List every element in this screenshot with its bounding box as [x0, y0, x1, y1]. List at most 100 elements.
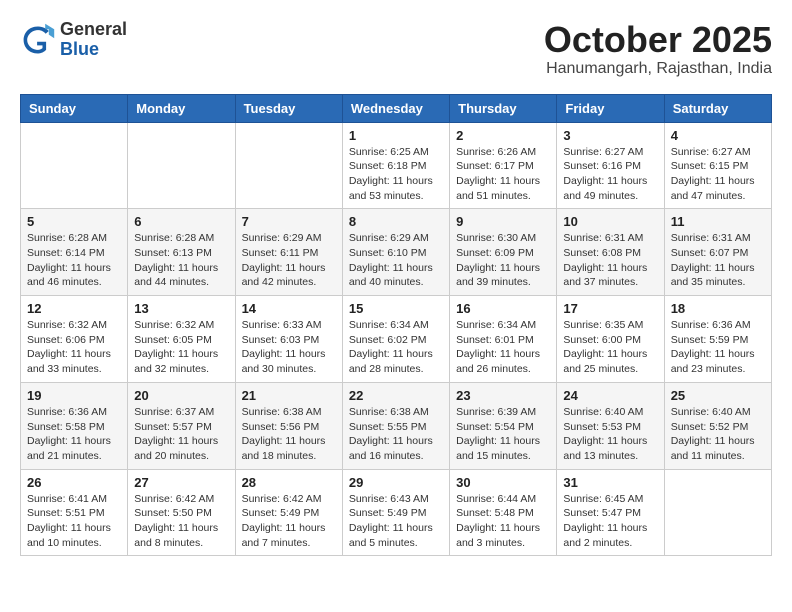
day-number: 12 — [27, 301, 121, 316]
day-info: Sunrise: 6:39 AM Sunset: 5:54 PM Dayligh… — [456, 405, 550, 464]
day-number: 11 — [671, 214, 765, 229]
weekday-header-tuesday: Tuesday — [235, 94, 342, 122]
day-number: 15 — [349, 301, 443, 316]
calendar-week-row: 1 Sunrise: 6:25 AM Sunset: 6:18 PM Daylig… — [21, 122, 772, 209]
calendar-cell: 22Sunrise: 6:38 AM Sunset: 5:55 PM Dayli… — [342, 382, 449, 469]
day-info: Sunrise: 6:41 AM Sunset: 5:51 PM Dayligh… — [27, 492, 121, 551]
day-info: Sunrise: 6:27 AM Sunset: 6:16 PM Dayligh… — [563, 145, 657, 204]
day-number: 29 — [349, 475, 443, 490]
calendar-cell: 14 Sunrise: 6:33 AM Sunset: 6:03 PM Dayli… — [235, 296, 342, 383]
calendar-cell: 21Sunrise: 6:38 AM Sunset: 5:56 PM Dayli… — [235, 382, 342, 469]
calendar-cell: 25 Sunrise: 6:40 AM Sunset: 5:52 PM Dayli… — [664, 382, 771, 469]
day-info: Sunrise: 6:42 AM Sunset: 5:50 PM Dayligh… — [134, 492, 228, 551]
calendar-cell — [21, 122, 128, 209]
day-info: Sunrise: 6:44 AM Sunset: 5:48 PM Dayligh… — [456, 492, 550, 551]
day-number: 5 — [27, 214, 121, 229]
calendar-cell: 23 Sunrise: 6:39 AM Sunset: 5:54 PM Dayli… — [450, 382, 557, 469]
day-number: 18 — [671, 301, 765, 316]
day-number: 22 — [349, 388, 443, 403]
day-info: Sunrise: 6:36 AM Sunset: 5:58 PM Dayligh… — [27, 405, 121, 464]
day-number: 31 — [563, 475, 657, 490]
day-info: Sunrise: 6:42 AM Sunset: 5:49 PM Dayligh… — [242, 492, 336, 551]
calendar-cell: 18 Sunrise: 6:36 AM Sunset: 5:59 PM Dayli… — [664, 296, 771, 383]
logo-text: General Blue — [60, 20, 127, 60]
logo-icon — [20, 22, 56, 58]
day-number: 26 — [27, 475, 121, 490]
weekday-header-wednesday: Wednesday — [342, 94, 449, 122]
logo: General Blue — [20, 20, 127, 60]
calendar-cell: 2 Sunrise: 6:26 AM Sunset: 6:17 PM Daylig… — [450, 122, 557, 209]
location-subtitle: Hanumangarh, Rajasthan, India — [544, 60, 772, 78]
calendar-cell: 26 Sunrise: 6:41 AM Sunset: 5:51 PM Dayli… — [21, 469, 128, 556]
day-number: 3 — [563, 128, 657, 143]
calendar-cell: 3 Sunrise: 6:27 AM Sunset: 6:16 PM Daylig… — [557, 122, 664, 209]
day-info: Sunrise: 6:28 AM Sunset: 6:13 PM Dayligh… — [134, 231, 228, 290]
day-info: Sunrise: 6:30 AM Sunset: 6:09 PM Dayligh… — [456, 231, 550, 290]
title-block: October 2025 Hanumangarh, Rajasthan, Ind… — [544, 20, 772, 78]
calendar-week-row: 26 Sunrise: 6:41 AM Sunset: 5:51 PM Dayli… — [21, 469, 772, 556]
day-info: Sunrise: 6:25 AM Sunset: 6:18 PM Dayligh… — [349, 145, 443, 204]
day-number: 6 — [134, 214, 228, 229]
day-info: Sunrise: 6:32 AM Sunset: 6:06 PM Dayligh… — [27, 318, 121, 377]
weekday-header-sunday: Sunday — [21, 94, 128, 122]
day-number: 2 — [456, 128, 550, 143]
day-info: Sunrise: 6:45 AM Sunset: 5:47 PM Dayligh… — [563, 492, 657, 551]
weekday-header-monday: Monday — [128, 94, 235, 122]
calendar-cell: 5 Sunrise: 6:28 AM Sunset: 6:14 PM Daylig… — [21, 209, 128, 296]
calendar-cell: 9Sunrise: 6:30 AM Sunset: 6:09 PM Daylig… — [450, 209, 557, 296]
day-number: 19 — [27, 388, 121, 403]
weekday-header-row: SundayMondayTuesdayWednesdayThursdayFrid… — [21, 94, 772, 122]
day-number: 1 — [349, 128, 443, 143]
calendar-cell: 16 Sunrise: 6:34 AM Sunset: 6:01 PM Dayli… — [450, 296, 557, 383]
day-info: Sunrise: 6:29 AM Sunset: 6:11 PM Dayligh… — [242, 231, 336, 290]
day-info: Sunrise: 6:34 AM Sunset: 6:02 PM Dayligh… — [349, 318, 443, 377]
day-info: Sunrise: 6:34 AM Sunset: 6:01 PM Dayligh… — [456, 318, 550, 377]
day-info: Sunrise: 6:27 AM Sunset: 6:15 PM Dayligh… — [671, 145, 765, 204]
day-number: 20 — [134, 388, 228, 403]
calendar-cell: 1 Sunrise: 6:25 AM Sunset: 6:18 PM Daylig… — [342, 122, 449, 209]
calendar-cell: 7Sunrise: 6:29 AM Sunset: 6:11 PM Daylig… — [235, 209, 342, 296]
day-number: 28 — [242, 475, 336, 490]
calendar-cell: 15 Sunrise: 6:34 AM Sunset: 6:02 PM Dayli… — [342, 296, 449, 383]
calendar-cell — [235, 122, 342, 209]
day-info: Sunrise: 6:31 AM Sunset: 6:08 PM Dayligh… — [563, 231, 657, 290]
month-title: October 2025 — [544, 20, 772, 60]
calendar-cell: 8 Sunrise: 6:29 AM Sunset: 6:10 PM Daylig… — [342, 209, 449, 296]
calendar-cell: 28 Sunrise: 6:42 AM Sunset: 5:49 PM Dayli… — [235, 469, 342, 556]
day-info: Sunrise: 6:40 AM Sunset: 5:52 PM Dayligh… — [671, 405, 765, 464]
day-info: Sunrise: 6:29 AM Sunset: 6:10 PM Dayligh… — [349, 231, 443, 290]
weekday-header-friday: Friday — [557, 94, 664, 122]
day-number: 8 — [349, 214, 443, 229]
day-info: Sunrise: 6:35 AM Sunset: 6:00 PM Dayligh… — [563, 318, 657, 377]
calendar-table: SundayMondayTuesdayWednesdayThursdayFrid… — [20, 94, 772, 557]
day-number: 16 — [456, 301, 550, 316]
calendar-cell: 12 Sunrise: 6:32 AM Sunset: 6:06 PM Dayli… — [21, 296, 128, 383]
day-number: 25 — [671, 388, 765, 403]
calendar-cell: 27Sunrise: 6:42 AM Sunset: 5:50 PM Dayli… — [128, 469, 235, 556]
weekday-header-thursday: Thursday — [450, 94, 557, 122]
day-number: 10 — [563, 214, 657, 229]
calendar-cell: 17Sunrise: 6:35 AM Sunset: 6:00 PM Dayli… — [557, 296, 664, 383]
day-info: Sunrise: 6:33 AM Sunset: 6:03 PM Dayligh… — [242, 318, 336, 377]
weekday-header-saturday: Saturday — [664, 94, 771, 122]
calendar-cell: 4Sunrise: 6:27 AM Sunset: 6:15 PM Daylig… — [664, 122, 771, 209]
day-number: 23 — [456, 388, 550, 403]
calendar-cell: 10 Sunrise: 6:31 AM Sunset: 6:08 PM Dayli… — [557, 209, 664, 296]
day-info: Sunrise: 6:38 AM Sunset: 5:56 PM Dayligh… — [242, 405, 336, 464]
calendar-cell: 29Sunrise: 6:43 AM Sunset: 5:49 PM Dayli… — [342, 469, 449, 556]
day-info: Sunrise: 6:40 AM Sunset: 5:53 PM Dayligh… — [563, 405, 657, 464]
day-info: Sunrise: 6:28 AM Sunset: 6:14 PM Dayligh… — [27, 231, 121, 290]
day-info: Sunrise: 6:26 AM Sunset: 6:17 PM Dayligh… — [456, 145, 550, 204]
day-number: 13 — [134, 301, 228, 316]
calendar-cell: 31 Sunrise: 6:45 AM Sunset: 5:47 PM Dayli… — [557, 469, 664, 556]
calendar-week-row: 12 Sunrise: 6:32 AM Sunset: 6:06 PM Dayli… — [21, 296, 772, 383]
day-info: Sunrise: 6:36 AM Sunset: 5:59 PM Dayligh… — [671, 318, 765, 377]
calendar-cell: 19 Sunrise: 6:36 AM Sunset: 5:58 PM Dayli… — [21, 382, 128, 469]
day-number: 14 — [242, 301, 336, 316]
day-info: Sunrise: 6:31 AM Sunset: 6:07 PM Dayligh… — [671, 231, 765, 290]
calendar-cell: 11 Sunrise: 6:31 AM Sunset: 6:07 PM Dayli… — [664, 209, 771, 296]
calendar-cell: 24 Sunrise: 6:40 AM Sunset: 5:53 PM Dayli… — [557, 382, 664, 469]
day-number: 24 — [563, 388, 657, 403]
page-header: General Blue October 2025 Hanumangarh, R… — [20, 20, 772, 78]
calendar-cell: 20Sunrise: 6:37 AM Sunset: 5:57 PM Dayli… — [128, 382, 235, 469]
